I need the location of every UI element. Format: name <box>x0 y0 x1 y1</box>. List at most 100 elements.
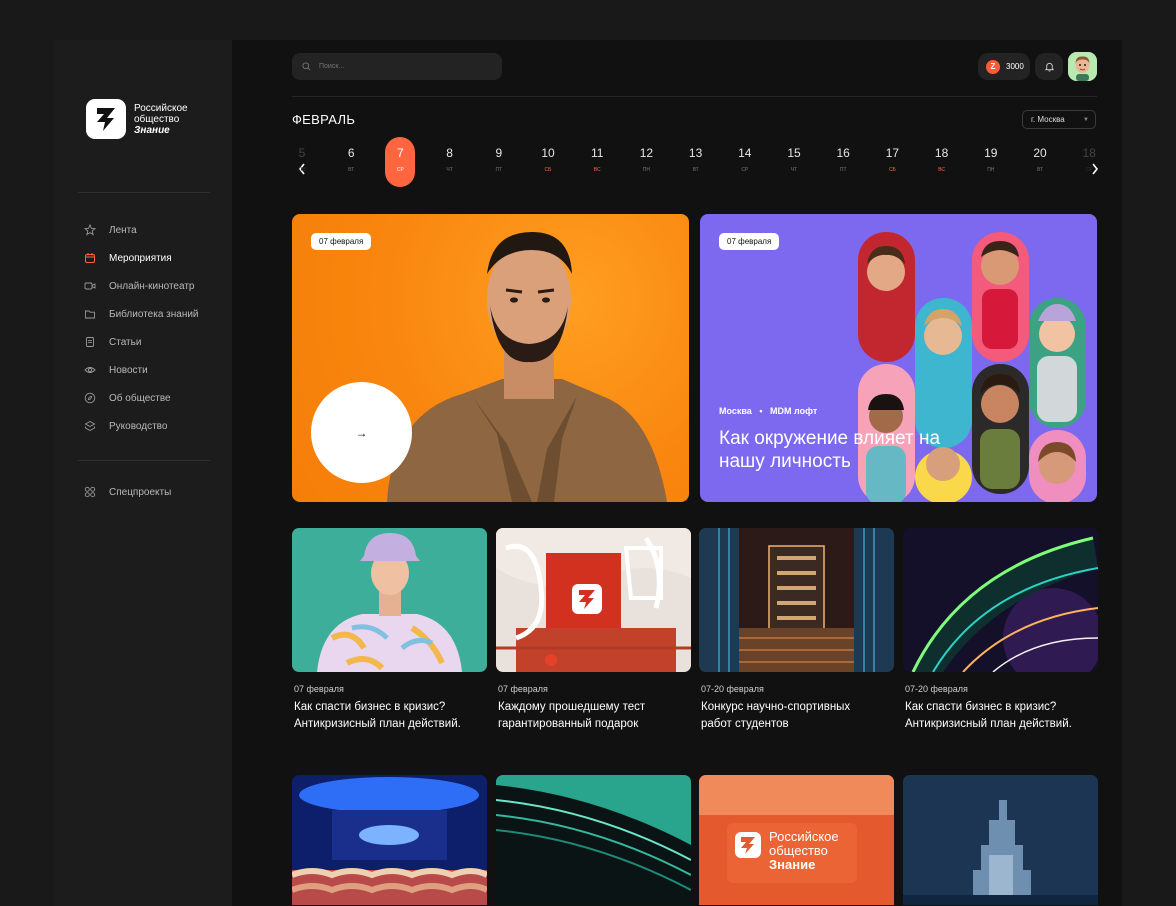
hero-card-speaker[interactable]: 07 февраля → <box>292 214 689 502</box>
calendar-day-weekday: чт <box>446 167 453 173</box>
person-photo <box>292 528 487 672</box>
app-window: Российское общество Знание Лента Меропри… <box>54 40 1122 906</box>
calendar-next-button[interactable] <box>1088 162 1102 176</box>
brand-line-1: Российское <box>134 102 188 114</box>
calendar-day[interactable]: 12 пн <box>631 137 661 187</box>
calendar-day-number: 8 <box>446 146 453 160</box>
calendar-day[interactable]: 18 вс <box>927 137 957 187</box>
calendar-day-number: 9 <box>495 146 503 160</box>
calendar-day[interactable]: 14 ср <box>730 137 760 187</box>
sidebar-item-label: Спецпроекты <box>109 486 172 498</box>
calendar-day-number: 5 <box>298 146 306 160</box>
event-card-date: 07-20 февраля <box>905 684 968 694</box>
sidebar-item-about[interactable]: Об обществе <box>84 384 199 412</box>
event-card[interactable]: 07 февраля Как спасти бизнес в кризис? А… <box>292 528 487 733</box>
sidebar-item-library[interactable]: Библиотека знаний <box>84 300 199 328</box>
sidebar-item-label: Об обществе <box>109 392 171 404</box>
event-card-image[interactable] <box>903 775 1098 905</box>
event-card[interactable]: 07-20 февраля Конкурс научно-спортивных … <box>699 528 894 733</box>
event-card-image[interactable] <box>496 775 691 905</box>
event-card-image <box>496 528 691 672</box>
calendar-day[interactable]: 5 пн <box>287 137 317 187</box>
sidebar-item-cinema[interactable]: Онлайн-кинотеатр <box>84 272 199 300</box>
sidebar: Российское общество Знание Лента Меропри… <box>54 40 232 906</box>
calendar-day-number: 10 <box>541 146 555 160</box>
calendar-day-weekday: вт <box>692 167 699 173</box>
calendar-day[interactable]: 10 сб <box>533 137 563 187</box>
calendar-day-number: 6 <box>347 146 355 160</box>
znanie-installation-image <box>496 528 691 672</box>
sidebar-item-events[interactable]: Мероприятия <box>84 244 199 272</box>
event-card-title[interactable]: Как спасти бизнес в кризис? Антикризисны… <box>294 699 474 733</box>
calendar-day-weekday: пн <box>987 167 995 173</box>
calendar-day-weekday: пт <box>495 167 503 173</box>
sidebar-item-news[interactable]: Новости <box>84 356 199 384</box>
calendar-day[interactable]: 8 чт <box>435 137 465 187</box>
event-date-badge: 07 февраля <box>719 233 780 250</box>
search-input[interactable] <box>317 62 491 71</box>
calendar-day-number: 12 <box>639 146 654 160</box>
event-card-title[interactable]: Как спасти бизнес в кризис? Антикризисны… <box>905 699 1085 733</box>
coin-icon: Z <box>986 59 1000 74</box>
star-icon <box>83 223 97 236</box>
calendar-day[interactable]: 17 сб <box>877 137 907 187</box>
calendar-day[interactable]: 7 ср <box>385 137 416 187</box>
event-card-image[interactable] <box>292 775 487 905</box>
brand-line-1: Российское <box>769 829 839 844</box>
sidebar-item-feed[interactable]: Лента <box>83 216 199 244</box>
brand-logo[interactable]: Российское общество Знание <box>86 99 188 139</box>
sidebar-item-leadership[interactable]: Руководство <box>84 412 199 440</box>
calendar-day-weekday: вс <box>938 167 945 173</box>
search-bar[interactable] <box>292 53 502 80</box>
sidebar-item-label: Статьи <box>109 336 142 348</box>
event-card-title[interactable]: Конкурс научно-спортивных работ студенто… <box>701 699 881 733</box>
calendar-day[interactable]: 6 вт <box>336 137 366 187</box>
video-icon <box>84 280 96 292</box>
calendar-day[interactable]: 11 вс <box>582 137 612 187</box>
calendar-day-number: 20 <box>1033 146 1047 160</box>
main-content: Z 3000 ФЕВРАЛЬ г. Москва ▼ 5 пн 6 вт 7 ср 8 чт 9 <box>232 40 1122 906</box>
hero-open-button[interactable]: → <box>311 382 412 483</box>
sidebar-item-articles[interactable]: Статьи <box>84 328 199 356</box>
calendar-day-weekday: чт <box>790 167 798 173</box>
brand-line-2: общество <box>134 113 180 125</box>
abstract-wave-image <box>903 528 1098 672</box>
event-card-title[interactable]: Каждому прошедшему тест гарантированный … <box>498 699 678 733</box>
calendar-day-number: 19 <box>984 146 998 160</box>
event-card-image[interactable]: Российское общество Знание <box>699 775 894 905</box>
grid-icon <box>84 486 96 498</box>
calendar-day[interactable]: 19 пн <box>976 137 1006 187</box>
sidebar-divider <box>78 460 210 461</box>
calendar-day-number: 18 <box>1082 146 1096 160</box>
event-title[interactable]: Как окружение влияет на нашу личность <box>719 427 979 473</box>
sidebar-item-label: Лента <box>109 224 137 236</box>
coin-balance[interactable]: Z 3000 <box>978 53 1030 80</box>
compass-icon <box>84 392 96 404</box>
calendar-day-number: 7 <box>397 146 404 160</box>
event-date-badge: 07 февраля <box>311 233 372 250</box>
calendar-day[interactable]: 9 пт <box>484 137 514 187</box>
calendar-day[interactable]: 13 вт <box>681 137 711 187</box>
sidebar-item-special-projects[interactable]: Спецпроекты <box>84 478 171 506</box>
folder-icon <box>84 308 96 320</box>
notifications-button[interactable] <box>1035 53 1063 80</box>
calendar-day-number: 18 <box>934 146 949 160</box>
city-select[interactable]: г. Москва ▼ <box>1022 110 1096 129</box>
sidebar-special: Спецпроекты <box>84 478 171 506</box>
calendar-day-number: 11 <box>590 146 604 160</box>
sidebar-divider <box>78 192 210 193</box>
event-card[interactable]: 07-20 февраля Как спасти бизнес в кризис… <box>903 528 1098 733</box>
header-divider <box>292 96 1097 97</box>
event-card-date: 07 февраля <box>294 684 344 694</box>
brand-line-2: общество <box>769 843 828 858</box>
bell-icon <box>1044 62 1054 72</box>
hero-card-event[interactable]: 07 февраля Москва • MDM лофт Как окружен… <box>700 214 1097 502</box>
calendar-day[interactable]: 16 пт <box>828 137 858 187</box>
calendar-day-number: 15 <box>787 146 801 160</box>
calendar-day[interactable]: 20 вт <box>1025 137 1055 187</box>
event-card[interactable]: 07 февраля Каждому прошедшему тест гаран… <box>496 528 691 733</box>
sidebar-item-label: Новости <box>109 364 148 376</box>
calendar-day[interactable]: 15 чт <box>779 137 809 187</box>
brand-name: Российское общество Знание <box>134 103 188 136</box>
avatar[interactable] <box>1068 52 1097 81</box>
